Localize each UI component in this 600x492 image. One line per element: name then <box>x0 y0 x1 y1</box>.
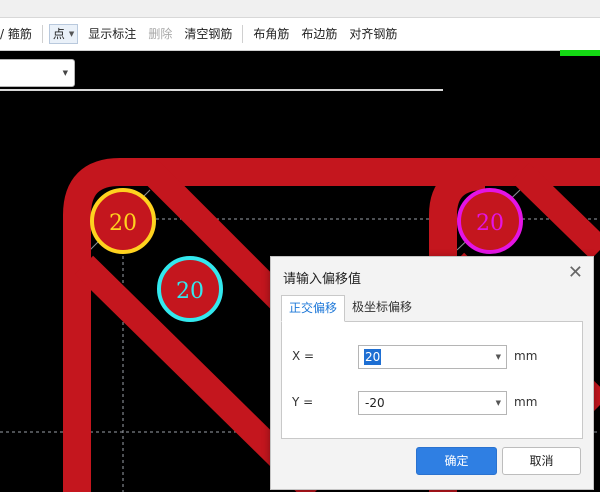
marker-label: 20 <box>476 211 504 236</box>
x-unit: mm <box>514 349 538 363</box>
rebar-marker-cyan[interactable]: 20 <box>157 256 223 322</box>
status-indicator <box>560 50 600 56</box>
layer-select[interactable]: ▼ <box>0 59 75 87</box>
chevron-down-icon: ▼ <box>62 69 68 77</box>
confirm-button[interactable]: 确定 <box>416 447 497 475</box>
y-label: Y = <box>292 395 314 409</box>
rebar-marker-yellow[interactable]: 20 <box>90 188 156 254</box>
x-offset-input[interactable]: 20 ▼ <box>358 345 507 369</box>
tab-orthogonal-offset[interactable]: 正交偏移 <box>281 295 346 322</box>
close-icon[interactable]: ✕ <box>568 263 583 283</box>
marker-label: 20 <box>109 211 137 236</box>
marker-label: 20 <box>176 279 204 304</box>
chevron-down-icon[interactable]: ▼ <box>496 392 501 414</box>
tab-polar-offset[interactable]: 极坐标偏移 <box>345 295 419 320</box>
offset-dialog: 请输入偏移值 ✕ 正交偏移 极坐标偏移 X = 20 ▼ mm Y = -20 … <box>270 256 594 490</box>
x-offset-value: 20 <box>364 349 382 365</box>
chevron-down-icon[interactable]: ▼ <box>496 346 501 368</box>
cancel-button[interactable]: 取消 <box>502 447 581 475</box>
rebar-marker-magenta[interactable]: 20 <box>457 188 523 254</box>
y-unit: mm <box>514 395 538 409</box>
y-offset-input[interactable]: -20 ▼ <box>358 391 507 415</box>
x-label: X = <box>292 349 315 363</box>
panel-divider <box>0 89 443 91</box>
dialog-title: 请输入偏移值 <box>283 272 362 287</box>
offset-panel: X = 20 ▼ mm Y = -20 ▼ mm <box>281 321 583 439</box>
y-offset-value: -20 <box>365 396 385 410</box>
